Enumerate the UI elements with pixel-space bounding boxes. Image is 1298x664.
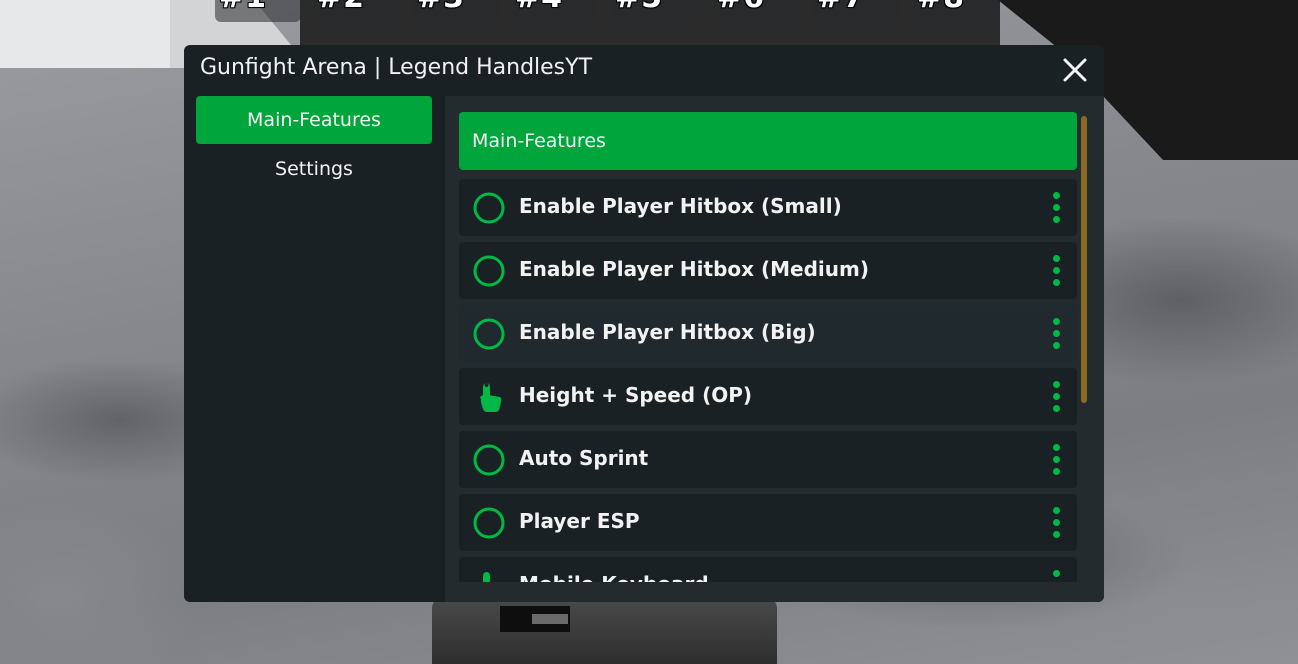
hotbar-slot[interactable]: #6: [713, 0, 799, 22]
kebab-menu-icon[interactable]: [1051, 570, 1063, 582]
feature-label: Enable Player Hitbox (Small): [519, 194, 842, 218]
hotbar-slot[interactable]: #2: [313, 0, 399, 22]
tap-hand-icon[interactable]: [472, 380, 506, 414]
hotbar-slot[interactable]: #7: [813, 0, 899, 22]
toggle-circle-icon[interactable]: [472, 191, 506, 225]
hotbar-slot-number: #1: [219, 0, 267, 15]
tap-hand-icon[interactable]: [472, 569, 506, 582]
feature-row-hitbox-big[interactable]: Enable Player Hitbox (Big): [459, 305, 1077, 362]
feature-row-height-speed[interactable]: Height + Speed (OP): [459, 368, 1077, 425]
hotbar-slot[interactable]: #3: [413, 0, 499, 22]
toggle-circle-icon[interactable]: [472, 254, 506, 288]
close-icon: [1063, 58, 1087, 82]
feature-row-hitbox-medium[interactable]: Enable Player Hitbox (Medium): [459, 242, 1077, 299]
feature-row-auto-sprint[interactable]: Auto Sprint: [459, 431, 1077, 488]
feature-label: Height + Speed (OP): [519, 383, 753, 407]
hotbar-slot-number: #4: [515, 0, 563, 15]
hotbar-slot[interactable]: #4: [511, 0, 597, 22]
feature-label: Auto Sprint: [519, 446, 649, 470]
kebab-menu-icon[interactable]: [1051, 255, 1063, 287]
feature-label: Enable Player Hitbox (Big): [519, 320, 816, 344]
hotbar-slot-number: #7: [817, 0, 865, 15]
kebab-menu-icon[interactable]: [1051, 318, 1063, 350]
hotbar-slot-number: #3: [417, 0, 465, 15]
weapon-detail-accent: [532, 614, 568, 624]
hotbar-slot[interactable]: #5: [611, 0, 697, 22]
sidebar: Main-Features Settings: [196, 96, 432, 596]
content-panel: Main-Features Enable Player Hitbox (Smal…: [445, 96, 1104, 602]
titlebar[interactable]: Gunfight Arena | Legend HandlesYT: [184, 45, 1104, 95]
scrollbar[interactable]: [1081, 116, 1087, 403]
hotbar-slot[interactable]: #1: [215, 0, 301, 22]
section-header: Main-Features: [459, 112, 1077, 170]
kebab-menu-icon[interactable]: [1051, 507, 1063, 539]
feature-row-mobile-keyboard[interactable]: Mobile Keyboard: [459, 557, 1077, 582]
toggle-circle-icon[interactable]: [472, 317, 506, 351]
toggle-circle-icon[interactable]: [472, 506, 506, 540]
feature-label: Mobile Keyboard: [519, 572, 709, 582]
kebab-menu-icon[interactable]: [1051, 192, 1063, 224]
sidebar-tab-label: Main-Features: [247, 109, 381, 131]
feature-row-hitbox-small[interactable]: Enable Player Hitbox (Small): [459, 179, 1077, 236]
window-title: Gunfight Arena | Legend HandlesYT: [200, 55, 593, 80]
script-hub-window: Gunfight Arena | Legend HandlesYT Main-F…: [184, 45, 1104, 602]
hotbar-slot-number: #2: [317, 0, 365, 15]
section-title: Main-Features: [472, 130, 606, 152]
hotbar-slot[interactable]: #8: [913, 0, 999, 22]
held-weapon: [432, 598, 777, 664]
feature-label: Player ESP: [519, 509, 640, 533]
feature-row-player-esp[interactable]: Player ESP: [459, 494, 1077, 551]
close-button[interactable]: [1060, 55, 1090, 85]
hotbar-slot-number: #8: [917, 0, 965, 15]
sidebar-tab-settings[interactable]: Settings: [196, 145, 432, 193]
toggle-circle-icon[interactable]: [472, 443, 506, 477]
feature-list[interactable]: Main-Features Enable Player Hitbox (Smal…: [459, 112, 1077, 582]
hotbar-slot-number: #6: [717, 0, 765, 15]
kebab-menu-icon[interactable]: [1051, 381, 1063, 413]
feature-label: Enable Player Hitbox (Medium): [519, 257, 869, 281]
sidebar-tab-main-features[interactable]: Main-Features: [196, 96, 432, 144]
hotbar-slot-number: #5: [615, 0, 663, 15]
kebab-menu-icon[interactable]: [1051, 444, 1063, 476]
sidebar-tab-label: Settings: [275, 158, 353, 180]
